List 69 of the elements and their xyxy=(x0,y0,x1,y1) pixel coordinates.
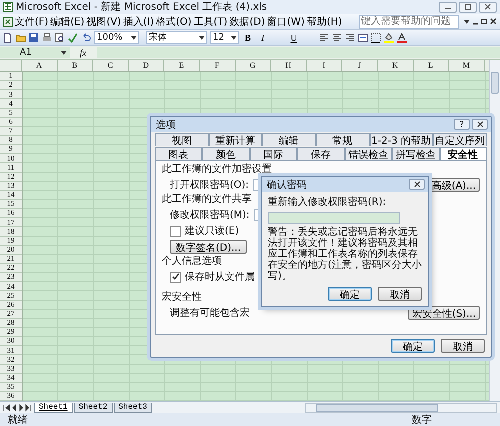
format-button[interactable]: I xyxy=(257,32,269,44)
dialog-tab[interactable]: 国际 xyxy=(250,147,298,160)
menu-item[interactable]: 视图(V) xyxy=(86,14,122,28)
format-button[interactable]: B xyxy=(242,32,254,44)
dialog-button[interactable]: 取消 xyxy=(378,287,422,301)
name-box[interactable]: A1 xyxy=(0,47,70,58)
column-header[interactable]: G xyxy=(236,60,272,71)
column-header[interactable]: L xyxy=(414,60,450,71)
column-header[interactable]: H xyxy=(271,60,307,71)
dialog-button[interactable]: 确定 xyxy=(328,287,372,301)
warning-text: 警告：丢失或忘记密码后将永远无法打开该文件！建议将密码及其相应工作簿和工作表名称的列表保存在安全的地方(注意，密码区分大小写)。 xyxy=(268,227,422,282)
digital-signature-button[interactable]: 数字签名(D)... xyxy=(170,240,248,254)
column-header[interactable]: K xyxy=(378,60,414,71)
column-header[interactable]: C xyxy=(93,60,129,71)
menu-item[interactable]: 工具(T) xyxy=(192,14,229,28)
section-heading: 此工作簿的文件共享 xyxy=(162,194,252,206)
dialog-tab[interactable]: 颜色 xyxy=(202,147,250,160)
section-heading: 此工作簿的文件加密设置 xyxy=(162,164,272,176)
menu-item[interactable]: 文件(F) xyxy=(14,14,50,28)
checkbox-label: 保存时从文件属 xyxy=(185,270,255,284)
field-label: 打开权限密码(O): xyxy=(170,178,250,192)
field-label: 修改权限密码(M): xyxy=(170,208,250,222)
dialog-button[interactable]: 取消 xyxy=(441,339,485,353)
menu-item[interactable]: 窗口(W) xyxy=(266,14,306,28)
menu-item[interactable]: 帮助(H) xyxy=(306,14,344,28)
sheet-tab[interactable]: Sheet1 xyxy=(34,402,73,412)
menu-item[interactable]: 数据(D) xyxy=(228,14,266,28)
column-header[interactable]: B xyxy=(58,60,94,71)
status-text: 就绪 xyxy=(8,414,28,426)
dialog-tab[interactable]: 编辑 xyxy=(262,133,316,146)
field-label: 重新输入修改权限密码(R): xyxy=(268,196,386,209)
dialog-tab[interactable]: 重新计算 xyxy=(208,133,262,146)
column-header[interactable]: D xyxy=(128,60,164,71)
menu-item[interactable]: 插入(I) xyxy=(122,14,156,28)
menu-item[interactable]: 编辑(E) xyxy=(50,14,86,28)
column-header[interactable]: F xyxy=(200,60,236,71)
dialog-tab[interactable]: 图表 xyxy=(155,147,202,160)
zoom-dropdown[interactable]: 100% xyxy=(94,31,139,44)
dialog-tab[interactable]: 1-2-3 的帮助 xyxy=(370,133,433,146)
help-search-field[interactable]: 键入需要帮助的问题 xyxy=(359,14,459,28)
dialog-tab[interactable]: 保存 xyxy=(297,147,345,160)
dialog-title: 确认密码 xyxy=(267,178,307,192)
menu-item[interactable]: 格式(O) xyxy=(155,14,193,28)
font-size-dropdown[interactable]: 12 xyxy=(210,31,239,44)
dialog-tab[interactable]: 常规 xyxy=(316,133,370,146)
column-header[interactable]: I xyxy=(306,60,342,71)
font-dropdown[interactable]: 宋体 xyxy=(146,31,207,44)
dialog-title: 选项 xyxy=(156,118,176,132)
sheet-tab[interactable]: Sheet3 xyxy=(114,402,152,412)
dialog-tab[interactable]: 安全性 xyxy=(440,147,487,160)
column-header[interactable]: M xyxy=(449,60,485,71)
dialog-tab[interactable]: 错误检查 xyxy=(344,147,392,160)
dialog-button[interactable]: 确定 xyxy=(391,339,435,353)
dialog-tab[interactable]: 视图 xyxy=(155,133,209,146)
checkbox-label: 建议只读(E) xyxy=(185,224,240,238)
section-heading: 宏安全性 xyxy=(162,292,202,304)
column-header[interactable]: A xyxy=(22,60,58,71)
dialog-tab[interactable]: 自定义序列 xyxy=(432,133,487,146)
status-mode: 数字 xyxy=(412,414,432,426)
column-header[interactable]: J xyxy=(342,60,378,71)
format-button[interactable]: U xyxy=(272,32,316,44)
section-heading: 个人信息选项 xyxy=(162,256,222,268)
window-title: Microsoft Excel - 新建 Microsoft Excel 工作表 (4).xls xyxy=(16,0,268,14)
sheet-tab[interactable]: Sheet2 xyxy=(74,402,113,412)
column-header[interactable]: E xyxy=(164,60,200,71)
insert-function-button[interactable]: fx xyxy=(74,48,92,58)
dialog-tab[interactable]: 拼写检查 xyxy=(392,147,440,160)
help-button[interactable]: ? xyxy=(454,119,470,130)
description-text: 调整有可能包含宏 xyxy=(170,306,250,320)
